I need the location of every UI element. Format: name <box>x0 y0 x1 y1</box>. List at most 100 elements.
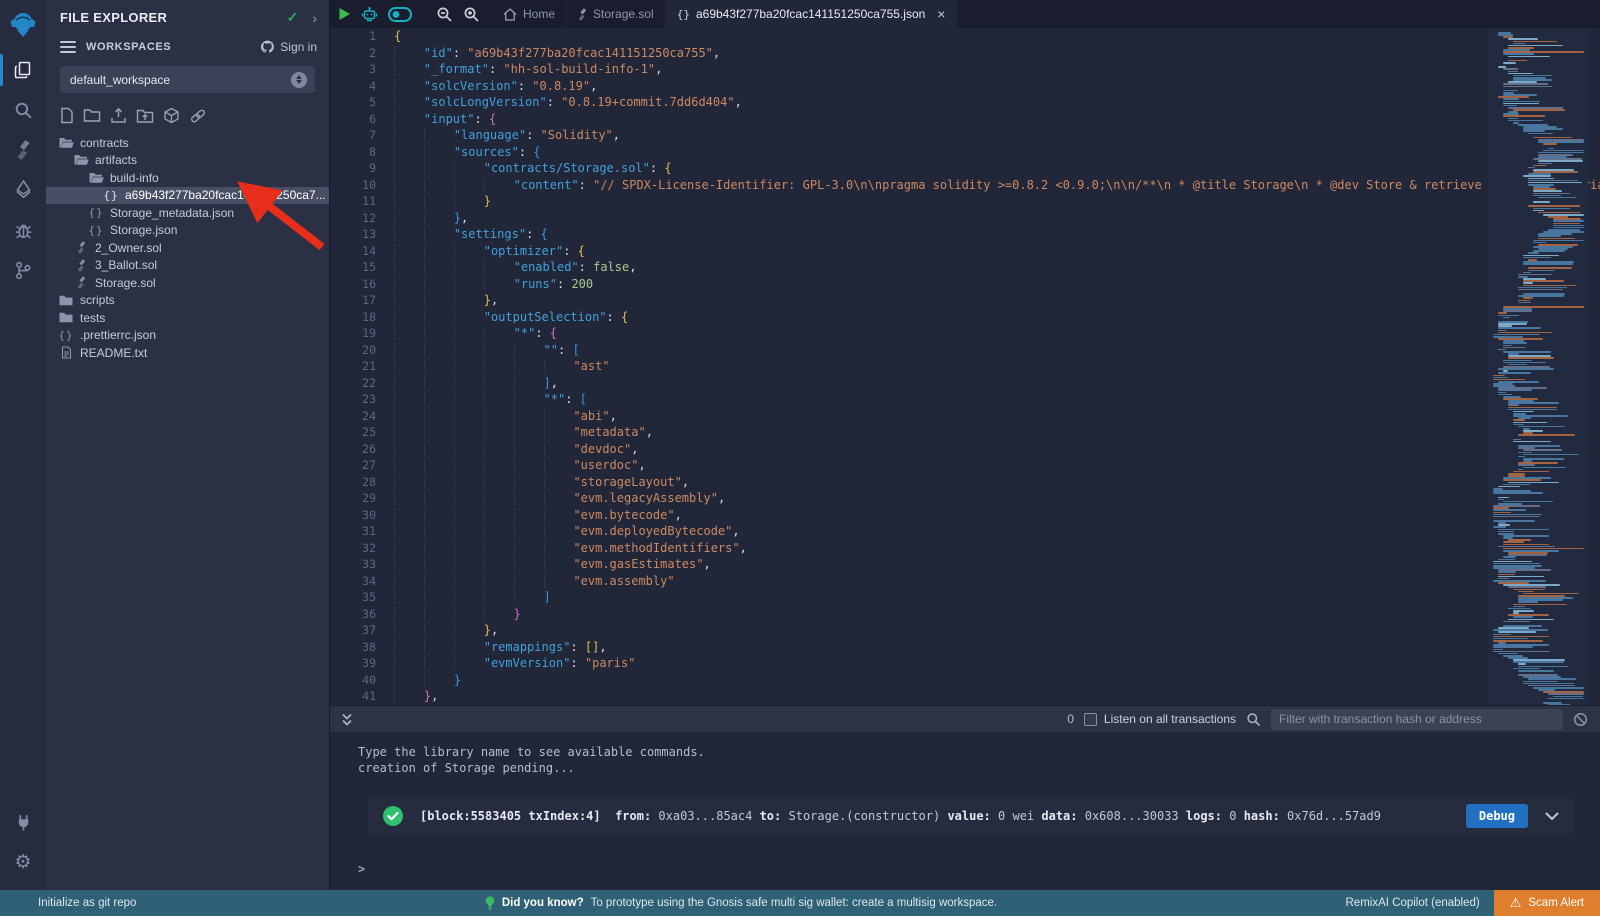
new-file-icon[interactable] <box>60 107 74 124</box>
tree-item-storage-metadata-json[interactable]: {} Storage_metadata.json <box>46 204 329 222</box>
terminal-line: Type the library name to see available c… <box>358 744 1600 760</box>
new-folder-icon[interactable] <box>83 108 101 123</box>
transaction-log-row[interactable]: [block:5583405 txIndex:4] from: 0xa03...… <box>368 798 1574 834</box>
file-toolbar <box>46 103 329 134</box>
terminal[interactable]: Type the library name to see available c… <box>330 732 1600 890</box>
code-line: 14 "optimizer": { <box>330 243 1600 260</box>
listen-all-transactions: Listen on all transactions <box>1084 712 1236 726</box>
code-line: 30 "evm.bytecode", <box>330 507 1600 524</box>
code-line: 23 "*": [ <box>330 391 1600 408</box>
deploy-and-run-icon[interactable] <box>0 170 46 210</box>
code-line: 29 "evm.legacyAssembly", <box>330 490 1600 507</box>
clear-console-icon[interactable] <box>1573 712 1588 727</box>
debug-button[interactable]: Debug <box>1466 804 1528 828</box>
copilot-status[interactable]: RemixAI Copilot (enabled) <box>1346 897 1480 909</box>
debugger-bug-icon[interactable] <box>0 210 46 250</box>
tree-item-label: 3_Ballot.sol <box>95 258 157 272</box>
tree-item-label: Storage.sol <box>95 276 156 290</box>
tree-item-build-info[interactable]: build-info <box>46 169 329 187</box>
git-init-status[interactable]: Initialize as git repo <box>0 897 136 909</box>
settings-gear-icon[interactable]: ⚙ <box>0 842 46 882</box>
tabs: HomeStorage.sol{}a69b43f277ba20fcac14115… <box>492 0 957 28</box>
code-line: 17 }, <box>330 292 1600 309</box>
listen-label: Listen on all transactions <box>1104 712 1236 726</box>
folder-icon <box>58 312 74 323</box>
transaction-filter-input[interactable] <box>1271 709 1563 730</box>
activity-bar: ⚙ <box>0 0 46 890</box>
code-line: 15 "enabled": false, <box>330 259 1600 276</box>
scam-alert-button[interactable]: ⚠ Scam Alert <box>1494 890 1600 916</box>
expand-terminal-icon[interactable] <box>340 712 354 727</box>
code-line: 3 "_format": "hh-sol-build-info-1", <box>330 61 1600 78</box>
terminal-toolbar: 0 Listen on all transactions <box>330 705 1600 732</box>
plugin-manager-icon[interactable] <box>0 802 46 842</box>
solidity-icon <box>578 8 587 21</box>
file-explorer-icon[interactable] <box>0 50 46 90</box>
tree-item--prettierrc-json[interactable]: {}.prettierrc.json <box>46 327 329 345</box>
code-line: 8 "sources": { <box>330 144 1600 161</box>
code-line: 13 "settings": { <box>330 226 1600 243</box>
tree-item-scripts[interactable]: scripts <box>46 292 329 310</box>
solidity-compiler-icon[interactable] <box>0 130 46 170</box>
workspace-menu-icon[interactable] <box>60 38 76 56</box>
remixai-toggle-icon[interactable] <box>388 7 412 22</box>
json-icon: {} <box>88 206 104 219</box>
upload-folder-icon[interactable] <box>136 108 154 124</box>
link-icon[interactable] <box>189 108 207 124</box>
json-icon: {} <box>58 329 74 342</box>
editor-area: HomeStorage.sol{}a69b43f277ba20fcac14115… <box>330 0 1600 890</box>
terminal-search-icon[interactable] <box>1246 712 1261 727</box>
code-line: 5 "solcLongVersion": "0.8.19+commit.7dd6… <box>330 94 1600 111</box>
code-line: 31 "evm.deployedBytecode", <box>330 523 1600 540</box>
code-line: 12 }, <box>330 210 1600 227</box>
tree-item-tests[interactable]: tests <box>46 309 329 327</box>
chevron-right-icon[interactable]: › <box>312 10 317 26</box>
tree-item-storage-json[interactable]: {}Storage.json <box>46 222 329 240</box>
code-line: 37 }, <box>330 622 1600 639</box>
github-sign-in-button[interactable]: Sign in <box>260 40 317 54</box>
workspace-select[interactable]: default_workspace <box>60 66 315 93</box>
zoom-out-icon[interactable] <box>436 6 453 23</box>
transaction-count-badge: 0 <box>1067 712 1074 726</box>
git-branch-icon[interactable] <box>0 250 46 290</box>
search-icon[interactable] <box>0 90 46 130</box>
github-icon <box>260 40 275 54</box>
folder-open-icon <box>88 172 104 184</box>
tree-item-label: artifacts <box>95 153 137 167</box>
tree-item-2-owner-sol[interactable]: 2_Owner.sol <box>46 239 329 257</box>
ipfs-box-icon[interactable] <box>163 107 180 124</box>
tree-item-storage-sol[interactable]: Storage.sol <box>46 274 329 292</box>
code-line: 35 ] <box>330 589 1600 606</box>
tree-item-3-ballot-sol[interactable]: 3_Ballot.sol <box>46 257 329 275</box>
tab-a69b43f277ba20fcac141151250ca755-json[interactable]: {}a69b43f277ba20fcac141151250ca755.json× <box>666 0 958 28</box>
listen-checkbox[interactable] <box>1084 713 1097 726</box>
tab-storage-sol[interactable]: Storage.sol <box>567 0 666 28</box>
tree-item-label: Storage_metadata.json <box>110 206 234 220</box>
check-icon[interactable]: ✓ <box>287 9 299 26</box>
zoom-in-icon[interactable] <box>463 6 480 23</box>
code-line: 25 "metadata", <box>330 424 1600 441</box>
terminal-line: creation of Storage pending... <box>358 760 1600 776</box>
minimap[interactable] <box>1488 28 1588 705</box>
folder-open-icon <box>73 154 89 166</box>
remixai-robot-icon[interactable] <box>361 6 378 23</box>
tree-item-label: tests <box>80 311 105 325</box>
terminal-prompt[interactable]: > <box>358 862 365 876</box>
app-window: ⚙ FILE EXPLORER ✓ › WORKSPACES Sign in d… <box>0 0 1600 890</box>
code-editor[interactable]: 1{2 "id": "a69b43f277ba20fcac141151250ca… <box>330 28 1600 705</box>
close-tab-icon[interactable]: × <box>937 6 945 22</box>
upload-file-icon[interactable] <box>110 107 127 124</box>
code-line: 16 "runs": 200 <box>330 276 1600 293</box>
workspace-stepper-icon[interactable] <box>291 72 307 88</box>
code-line: 4 "solcVersion": "0.8.19", <box>330 78 1600 95</box>
tree-item-artifacts[interactable]: artifacts <box>46 152 329 170</box>
remix-logo-icon[interactable] <box>0 0 46 50</box>
tree-item-a69b43f277ba20fcac141151250ca7-[interactable]: {}a69b43f277ba20fcac141151250ca7... <box>46 187 329 205</box>
tree-item-readme-txt[interactable]: README.txt <box>46 344 329 362</box>
editor-lines: 1{2 "id": "a69b43f277ba20fcac141151250ca… <box>330 28 1600 705</box>
tx-expand-chevron-icon[interactable] <box>1544 811 1560 821</box>
tab-home[interactable]: Home <box>492 0 567 28</box>
solidity-icon <box>73 241 89 254</box>
tree-item-contracts[interactable]: contracts <box>46 134 329 152</box>
run-script-play-icon[interactable] <box>338 7 351 21</box>
